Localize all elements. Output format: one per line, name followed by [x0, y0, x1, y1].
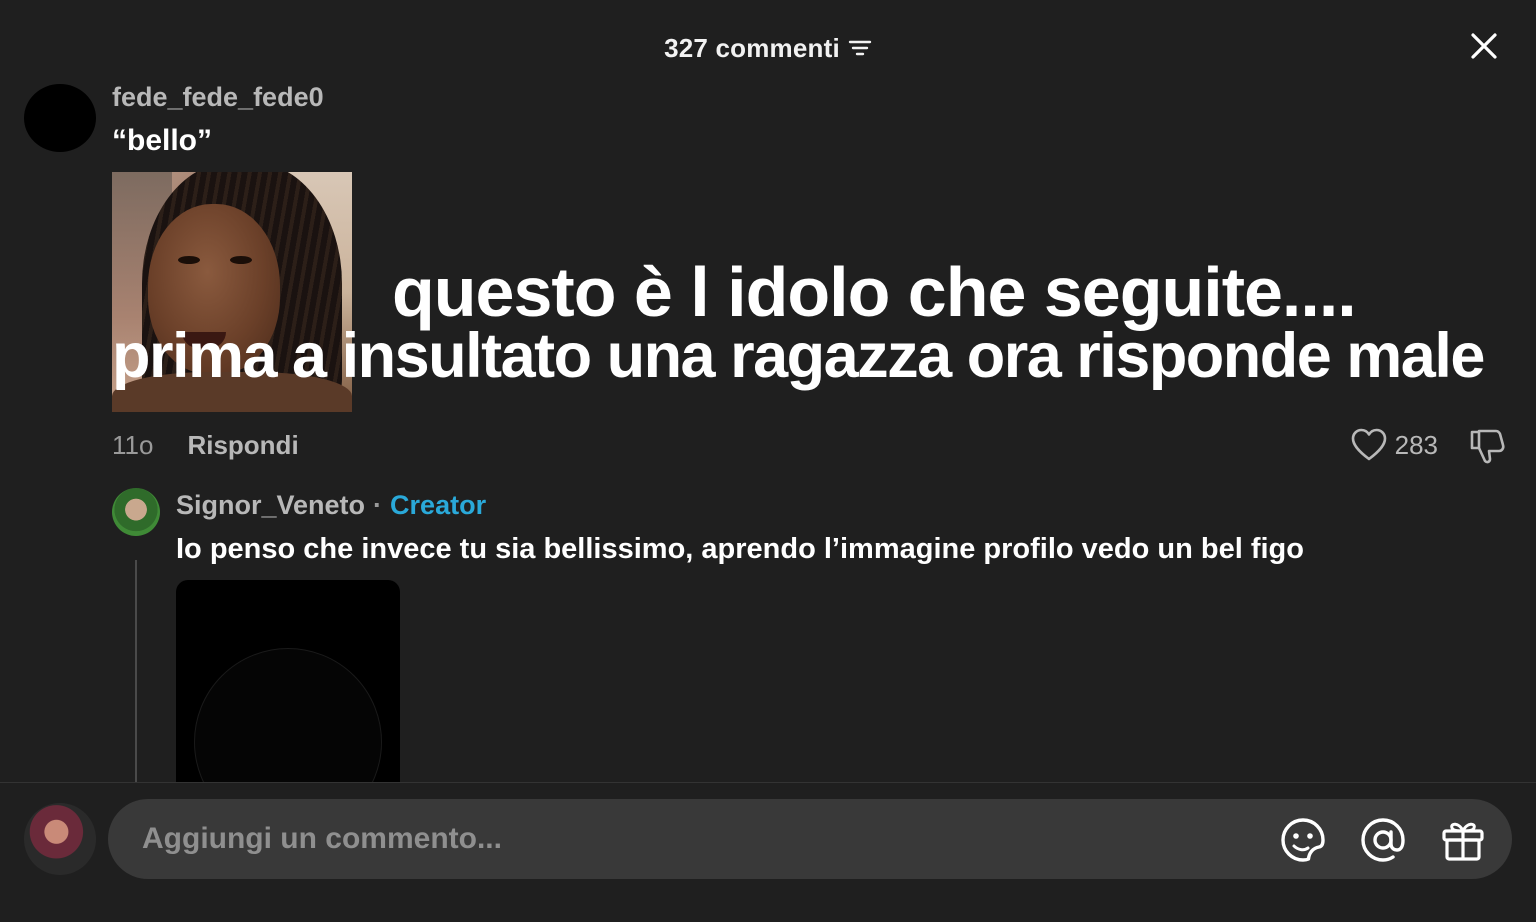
like-button[interactable]: 283 [1351, 428, 1438, 462]
reply-text: Io penso che invece tu sia bellissimo, a… [176, 533, 1304, 565]
gift-icon[interactable] [1440, 817, 1486, 863]
thread-line [135, 560, 137, 782]
creator-badge: Creator [390, 490, 487, 520]
close-icon [1471, 33, 1497, 59]
comment-meta: 11o Rispondi [112, 430, 299, 461]
commenter-username[interactable]: fede_fede_fede0 [112, 82, 324, 113]
comment-timestamp: 11o [112, 430, 154, 460]
comments-header: 327 commenti [0, 26, 1536, 70]
like-count: 283 [1394, 429, 1438, 460]
dislike-icon[interactable] [1468, 426, 1506, 466]
comments-count-title: 327 commenti [664, 32, 840, 63]
close-button[interactable] [1466, 28, 1502, 64]
sticker-icon[interactable] [1280, 817, 1326, 863]
image-eye [178, 256, 200, 264]
comment-input-bar [0, 782, 1536, 922]
sort-icon[interactable] [848, 38, 872, 58]
mention-icon[interactable] [1360, 817, 1406, 863]
separator-dot: · [373, 490, 383, 520]
reply-username[interactable]: Signor_Veneto [176, 490, 365, 521]
commenter-avatar[interactable] [24, 84, 96, 152]
image-eye [230, 256, 252, 264]
comments-panel: 327 commenti fede_fede_fede0 “bello” que… [0, 0, 1536, 922]
reply-image[interactable] [176, 580, 400, 782]
current-user-avatar [24, 803, 96, 875]
image-caption-line2: prima a insultato una ragazza ora rispon… [112, 321, 1485, 391]
reply-user-line: Signor_Veneto · Creator [176, 490, 486, 521]
reply-button[interactable]: Rispondi [187, 430, 298, 461]
reply-avatar[interactable] [112, 488, 160, 536]
heart-icon [1351, 428, 1386, 461]
reply-image-circle [194, 648, 382, 782]
comment-text: “bello” [112, 124, 213, 157]
